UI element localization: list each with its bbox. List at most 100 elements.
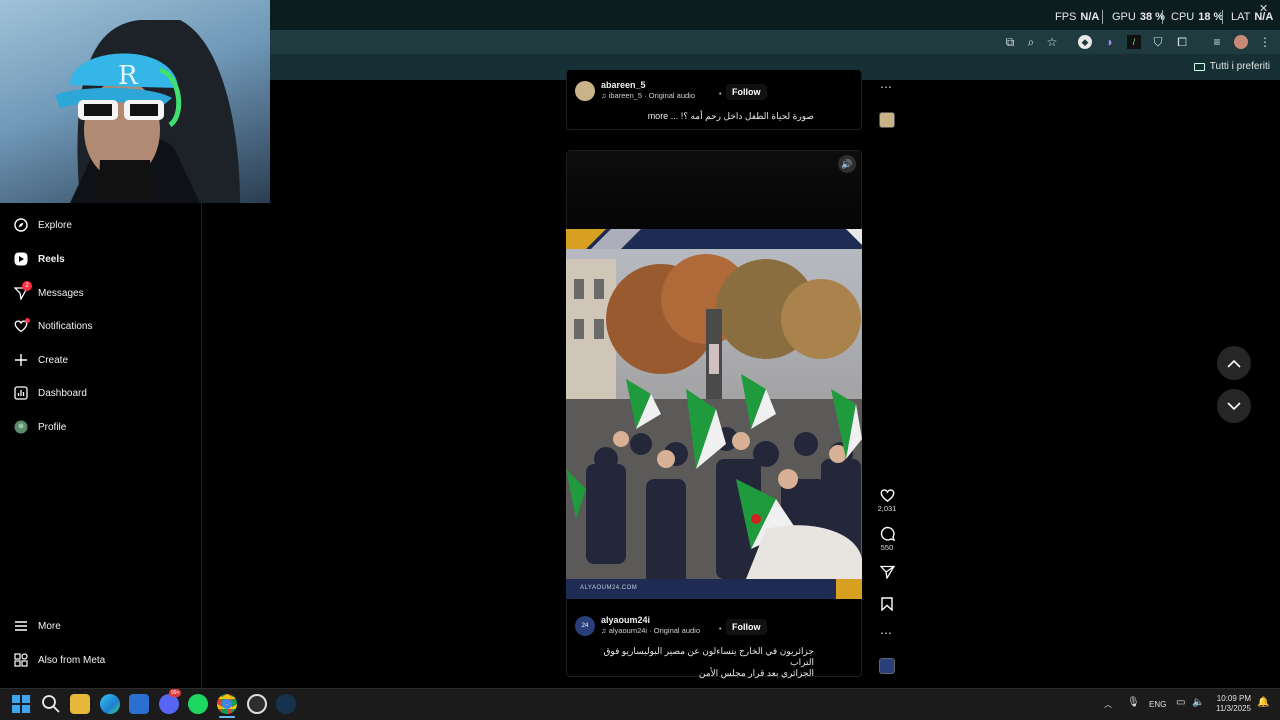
comment-count: 550 <box>880 543 894 552</box>
reel-audio[interactable]: ♫ ibareen_5 · Original audio <box>601 91 695 100</box>
comment-action[interactable]: 550 <box>878 526 896 552</box>
separator-dot: • <box>719 626 722 633</box>
tray-overflow-icon[interactable]: ︿ <box>1104 699 1112 710</box>
sidebar-item-label: Explore <box>38 219 72 231</box>
avatar-icon <box>14 420 28 434</box>
shield-icon[interactable]: ⛉ <box>1151 35 1165 49</box>
close-window-icon[interactable]: ✕ <box>1259 2 1268 15</box>
folder-icon <box>1193 62 1205 71</box>
reel-audio[interactable]: ♫ alyaoum24i · Original audio <box>601 626 700 635</box>
reel-caption[interactable]: جزائريون في الخارج يتساءلون عن مصير البو… <box>590 646 814 679</box>
puzzle-icon[interactable]: ⧠ <box>1175 35 1189 49</box>
sidebar-item-profile[interactable]: Profile <box>14 420 66 434</box>
clock-date: 11/3/2025 <box>1216 704 1251 713</box>
next-reel-button[interactable] <box>1217 389 1251 423</box>
send-icon <box>879 565 895 579</box>
reel-caption[interactable]: صورة لحياة الطفل داخل رحم أمه ؟! ... mor… <box>600 111 814 122</box>
reel-video[interactable]: ALYAOUM24.COM <box>566 229 862 599</box>
chrome-icon[interactable] <box>217 694 237 714</box>
playlist-icon[interactable]: ≡ <box>1210 35 1224 49</box>
extension-icon[interactable]: / <box>1127 35 1141 49</box>
sidebar-item-label: Profile <box>38 421 67 433</box>
volume-icon[interactable]: 🔈 <box>1192 697 1204 708</box>
instagram-sidebar <box>0 203 202 688</box>
app-icon[interactable] <box>247 694 267 714</box>
sidebar-item-create[interactable]: Create <box>14 353 68 367</box>
all-bookmarks[interactable]: Tutti i preferiti <box>1193 61 1270 72</box>
notification-center-icon[interactable]: 🔔 <box>1257 697 1269 708</box>
sidebar-item-more[interactable]: More <box>14 619 61 633</box>
audio-thumbnail[interactable] <box>879 658 895 674</box>
chart-icon <box>14 386 28 400</box>
avatar[interactable]: 24 <box>575 616 595 636</box>
meta-icon <box>14 653 28 667</box>
extension-icon[interactable]: ◑ <box>1102 35 1116 49</box>
clock-time: 10:09 PM <box>1216 694 1251 703</box>
sidebar-item-label: Create <box>38 354 69 366</box>
heart-icon <box>880 489 894 502</box>
edge-icon[interactable] <box>100 694 120 714</box>
like-count: 2,031 <box>877 504 897 513</box>
volume-icon[interactable]: 🔊 <box>838 155 856 173</box>
sidebar-item-explore[interactable]: Explore <box>14 218 72 232</box>
microphone-icon[interactable]: 🎙 <box>1127 697 1140 708</box>
overlay-divider <box>1222 10 1223 24</box>
gpu-readout: GPU 38 % <box>1112 11 1165 23</box>
overlay-divider <box>1162 10 1163 24</box>
audio-thumbnail[interactable] <box>879 112 895 128</box>
follow-button[interactable]: Follow <box>726 84 767 100</box>
discord-icon[interactable]: 99+ <box>159 689 182 714</box>
avatar-icon[interactable] <box>1234 35 1248 49</box>
fps-readout: FPS N/A <box>1055 11 1100 23</box>
file-explorer-icon[interactable] <box>70 694 90 714</box>
language-indicator[interactable]: ENG <box>1149 700 1166 709</box>
webcam-overlay: R <box>0 0 270 203</box>
streamer-illustration: R <box>55 20 240 203</box>
install-app-icon[interactable]: ⧉ <box>1003 35 1017 49</box>
sidebar-item-also-from-meta[interactable]: Also from Meta <box>14 653 105 667</box>
follow-button[interactable]: Follow <box>726 619 767 635</box>
reel-caption-line: الجزائري بعد قرار مجلس الأمن <box>698 668 814 678</box>
sidebar-item-label: Also from Meta <box>38 654 106 666</box>
extension-icon[interactable]: ◆ <box>1078 35 1092 49</box>
compass-icon <box>14 218 28 232</box>
steam-icon[interactable] <box>276 694 296 714</box>
avatar[interactable] <box>575 81 595 101</box>
search-icon[interactable] <box>41 694 61 714</box>
sidebar-item-label: Reels <box>38 253 65 265</box>
reel-audio-label: alyaoum24i · Original audio <box>608 626 701 635</box>
bookmark-star-icon[interactable]: ☆ <box>1045 35 1059 49</box>
sidebar-item-notifications[interactable]: Notifications <box>14 318 92 333</box>
more-options-icon[interactable]: ⋯ <box>880 626 892 640</box>
sidebar-item-dashboard[interactable]: Dashboard <box>14 386 87 400</box>
save-action[interactable] <box>878 597 896 611</box>
discord-badge: 99+ <box>169 689 182 697</box>
store-icon[interactable] <box>129 694 149 714</box>
all-bookmarks-label: Tutti i preferiti <box>1209 61 1270 72</box>
zoom-icon[interactable]: ⌕ <box>1024 35 1038 49</box>
heart-icon <box>14 318 30 333</box>
windows-start-icon[interactable] <box>11 694 31 714</box>
cpu-readout: CPU 18 % <box>1171 11 1224 23</box>
sidebar-item-messages[interactable]: 2 Messages <box>14 281 84 300</box>
reel-caption-line: جزائريون في الخارج يتساءلون عن مصير البو… <box>603 646 814 667</box>
spotify-icon[interactable] <box>188 694 208 714</box>
sidebar-item-label: Dashboard <box>38 387 87 399</box>
kebab-menu-icon[interactable]: ⋮ <box>1258 35 1272 49</box>
sidebar-item-label: More <box>38 620 61 632</box>
more-options-icon[interactable]: ⋯ <box>880 80 892 94</box>
sidebar-item-reels[interactable]: Reels <box>14 252 65 266</box>
video-watermark: ALYAOUM24.COM <box>580 585 638 591</box>
like-action[interactable]: 2,031 <box>878 488 896 513</box>
reel-username[interactable]: alyaoum24i <box>601 615 650 625</box>
reels-icon <box>14 252 28 266</box>
reel-username[interactable]: abareen_5 <box>601 80 646 90</box>
share-action[interactable] <box>878 565 896 579</box>
separator-dot: • <box>719 91 722 98</box>
svg-text:R: R <box>118 61 139 91</box>
chevron-up-icon <box>1227 359 1241 368</box>
previous-reel-button[interactable] <box>1217 346 1251 380</box>
hamburger-icon <box>14 619 28 633</box>
clock[interactable]: 10:09 PM 11/3/2025 <box>1213 694 1251 714</box>
network-icon[interactable]: ▭ <box>1176 697 1185 708</box>
